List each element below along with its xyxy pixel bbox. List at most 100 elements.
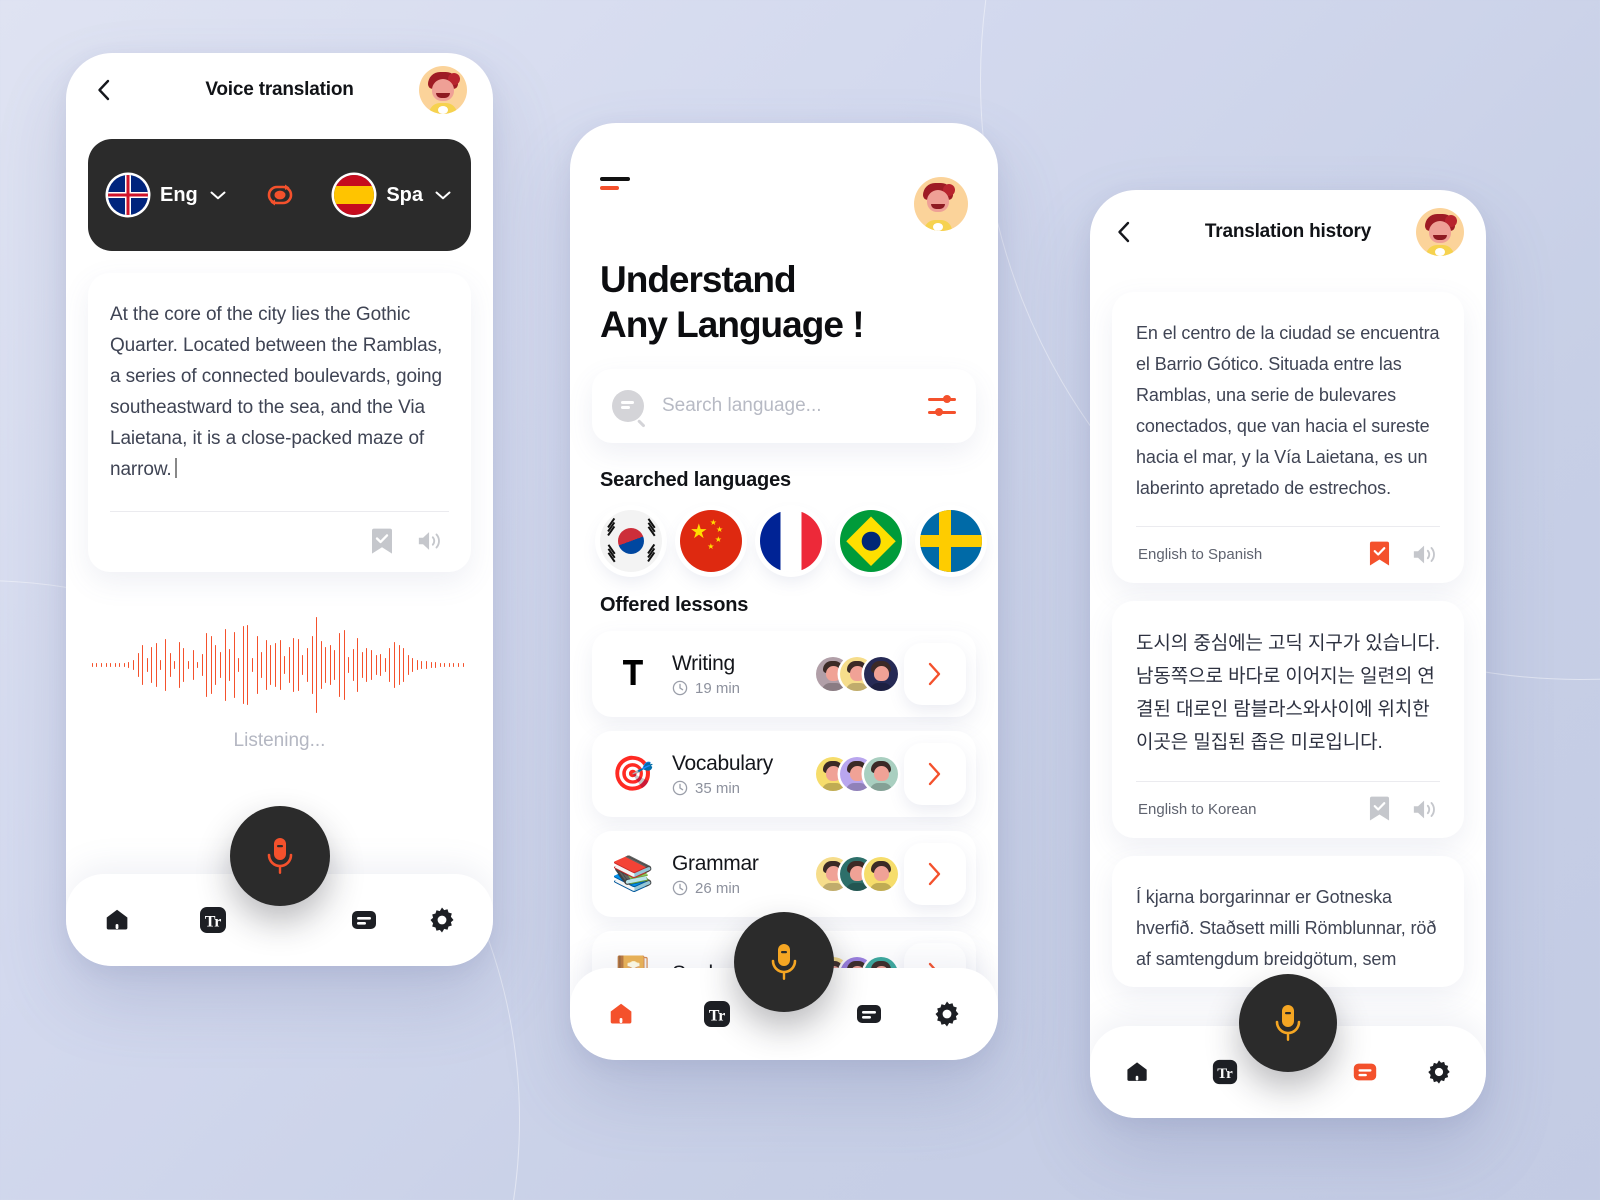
lesson-row[interactable]: 𝐓 Writing 19 min bbox=[592, 631, 976, 717]
avatar[interactable] bbox=[914, 177, 968, 231]
letter-t-icon: 𝐓 bbox=[622, 654, 644, 693]
microphone-button[interactable] bbox=[229, 806, 330, 906]
lesson-participants bbox=[816, 857, 898, 891]
waveform-bar bbox=[114, 663, 116, 667]
settings-icon[interactable] bbox=[930, 997, 964, 1031]
hamburger-menu-icon[interactable] bbox=[600, 177, 630, 190]
waveform-bar bbox=[444, 663, 445, 667]
waveform-bar bbox=[110, 663, 111, 667]
microphone-button[interactable] bbox=[734, 912, 834, 1012]
chevron-right-icon[interactable] bbox=[904, 843, 966, 905]
settings-icon[interactable] bbox=[425, 903, 459, 937]
history-entry[interactable]: Í kjarna borgarinnar er Gotneska hverfið… bbox=[1112, 856, 1464, 987]
home-icon[interactable] bbox=[100, 903, 134, 937]
waveform-bar bbox=[219, 652, 221, 678]
waveform-bar bbox=[197, 662, 198, 668]
bookmark-icon[interactable] bbox=[369, 528, 395, 554]
waveform-bar bbox=[375, 655, 377, 675]
home-icon[interactable] bbox=[1120, 1055, 1154, 1089]
phone-translation-history: Translation history En el centro de la c… bbox=[1090, 190, 1486, 1118]
search-input[interactable] bbox=[644, 395, 928, 417]
transcript-text[interactable]: At the core of the city lies the Gothic … bbox=[110, 299, 449, 485]
chevron-right-icon[interactable] bbox=[904, 643, 966, 705]
speaker-icon[interactable] bbox=[1412, 796, 1438, 822]
waveform-bar bbox=[371, 650, 372, 680]
chevron-down-icon[interactable] bbox=[435, 191, 451, 200]
waveform-bar bbox=[357, 638, 358, 692]
language-selector-bar: Eng Spa bbox=[88, 139, 471, 251]
waveform-bar bbox=[265, 640, 267, 690]
phone3-header: Translation history bbox=[1090, 190, 1486, 274]
waveform-bar bbox=[146, 658, 148, 672]
lesson-row[interactable]: 🎯 Vocabulary 35 min bbox=[592, 731, 976, 817]
waveform-bar bbox=[325, 647, 326, 683]
text-translate-icon[interactable]: Tr bbox=[196, 903, 230, 937]
lesson-info: Writing 19 min bbox=[656, 652, 816, 697]
bookmark-icon[interactable] bbox=[1366, 541, 1392, 567]
transcript-actions bbox=[110, 512, 449, 558]
svg-text:Tr: Tr bbox=[205, 914, 222, 931]
searched-languages-row: ★ ★ ★ ★ ★ bbox=[570, 492, 998, 572]
lesson-row[interactable]: 📚 Grammar 26 min bbox=[592, 831, 976, 917]
waveform-bar bbox=[416, 660, 418, 670]
speaker-icon[interactable] bbox=[417, 528, 443, 554]
waveform-bar bbox=[238, 658, 239, 672]
brazil-flag[interactable] bbox=[840, 510, 902, 572]
text-translate-icon[interactable]: Tr bbox=[700, 997, 734, 1031]
source-language-chip[interactable]: Eng bbox=[108, 175, 226, 215]
waveform-bar bbox=[393, 642, 395, 688]
chevron-right-icon[interactable] bbox=[904, 743, 966, 805]
clock-icon bbox=[672, 680, 688, 696]
history-entry[interactable]: 도시의 중심에는 고딕 지구가 있습니다. 남동쪽으로 바다로 이어지는 일련의… bbox=[1112, 601, 1464, 838]
lesson-duration: 26 min bbox=[672, 880, 816, 897]
waveform-bar bbox=[288, 647, 290, 683]
history-icon[interactable] bbox=[1348, 1055, 1382, 1089]
waveform-bar bbox=[361, 652, 363, 678]
history-icon[interactable] bbox=[347, 903, 381, 937]
lesson-duration-text: 26 min bbox=[695, 879, 741, 897]
speaker-icon[interactable] bbox=[1412, 541, 1438, 567]
waveform-bar bbox=[105, 663, 107, 667]
swap-languages-icon[interactable] bbox=[265, 180, 295, 210]
filter-sliders-icon[interactable] bbox=[928, 395, 956, 417]
history-icon[interactable] bbox=[852, 997, 886, 1031]
waveform-bar bbox=[439, 663, 441, 667]
target-language-chip[interactable]: Spa bbox=[334, 175, 451, 215]
lesson-info: Grammar 26 min bbox=[656, 852, 816, 897]
history-entry[interactable]: En el centro de la ciudad se encuentra e… bbox=[1112, 292, 1464, 583]
waveform-bar bbox=[453, 663, 455, 667]
waveform-bar bbox=[458, 663, 459, 667]
waveform-bar bbox=[155, 643, 157, 687]
lesson-duration-text: 19 min bbox=[695, 679, 741, 697]
waveform-bar bbox=[229, 649, 230, 681]
transcript-card: At the core of the city lies the Gothic … bbox=[88, 273, 471, 572]
home-icon[interactable] bbox=[604, 997, 638, 1031]
waveform-bar bbox=[462, 663, 464, 667]
avatar[interactable] bbox=[419, 66, 467, 114]
lesson-info: Vocabulary 35 min bbox=[656, 752, 816, 797]
waveform-bar bbox=[123, 663, 125, 667]
waveform-bar bbox=[403, 648, 404, 682]
waveform-bar bbox=[233, 632, 235, 698]
korea-flag[interactable] bbox=[600, 510, 662, 572]
microphone-button[interactable] bbox=[1239, 974, 1337, 1072]
participant-avatar bbox=[864, 657, 898, 691]
france-flag[interactable] bbox=[760, 510, 822, 572]
title-line-1: Understand bbox=[600, 259, 797, 300]
bookmark-icon[interactable] bbox=[1366, 796, 1392, 822]
svg-text:Tr: Tr bbox=[1217, 1066, 1233, 1082]
settings-icon[interactable] bbox=[1422, 1055, 1456, 1089]
waveform-bar bbox=[284, 656, 285, 674]
avatar[interactable] bbox=[1416, 208, 1464, 256]
waveform-bar bbox=[339, 633, 340, 697]
waveform-bar bbox=[261, 652, 262, 678]
waveform-bar bbox=[151, 647, 152, 683]
svg-text:Tr: Tr bbox=[709, 1008, 726, 1025]
china-flag[interactable]: ★ ★ ★ ★ ★ bbox=[680, 510, 742, 572]
waveform-bar bbox=[389, 648, 390, 682]
text-translate-icon[interactable]: Tr bbox=[1208, 1055, 1242, 1089]
chevron-down-icon[interactable] bbox=[210, 191, 226, 200]
sweden-flag[interactable] bbox=[920, 510, 982, 572]
waveform-bar bbox=[380, 654, 381, 676]
waveform-bar bbox=[242, 626, 244, 704]
